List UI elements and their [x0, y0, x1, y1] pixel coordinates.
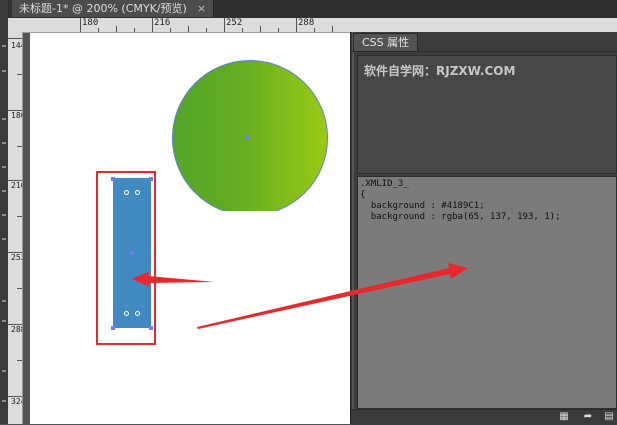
css-code-text: .XMLID_3_ { background : #4189C1; backgr…	[360, 179, 560, 223]
panel-divider	[352, 32, 354, 409]
ruler-label: 252	[226, 18, 243, 28]
ruler-label: 252	[11, 253, 22, 262]
vertical-ruler: 144 180 216 252 288 324	[8, 32, 23, 424]
css-background-hex-line: background : #4189C1;	[360, 201, 485, 211]
css-selector-line: .XMLID_3_	[360, 179, 409, 189]
horizontal-ruler: 180 216 252 288	[8, 18, 617, 33]
circle-center-point	[246, 135, 250, 139]
ruler-label: 288	[298, 18, 315, 28]
panel-tab-underline	[351, 51, 617, 52]
circle-cut-edge	[150, 211, 350, 231]
ruler-label: 216	[11, 181, 22, 190]
ruler-label: 180	[82, 18, 99, 28]
green-circle-shape[interactable]	[172, 60, 328, 216]
document-tab-title: 未标题-1* @ 200% (CMYK/预览)	[19, 2, 187, 15]
document-tab[interactable]: 未标题-1* @ 200% (CMYK/预览) ×	[12, 0, 215, 17]
ruler-label: 216	[154, 18, 171, 28]
menu-icon[interactable]: ▤	[603, 411, 615, 422]
tab-css-properties[interactable]: CSS 属性	[353, 33, 419, 52]
ruler-label: 324	[11, 397, 22, 406]
css-brace-line: {	[360, 190, 366, 200]
panel-footer	[351, 409, 617, 425]
ruler-label: 144	[11, 41, 22, 50]
ruler-label: 288	[11, 325, 22, 334]
close-icon[interactable]: ×	[197, 2, 206, 15]
selection-highlight-box	[96, 171, 156, 345]
share-icon[interactable]: ➦	[582, 411, 594, 422]
ruler-label: 180	[11, 111, 22, 120]
css-background-rgba-line: background : rgba(65, 137, 193, 1);	[360, 212, 561, 222]
watermark-text: 软件自学网：RJZXW.COM	[364, 64, 516, 78]
export-icon[interactable]: ▦	[558, 411, 570, 422]
left-toolbar-strip	[0, 0, 8, 424]
